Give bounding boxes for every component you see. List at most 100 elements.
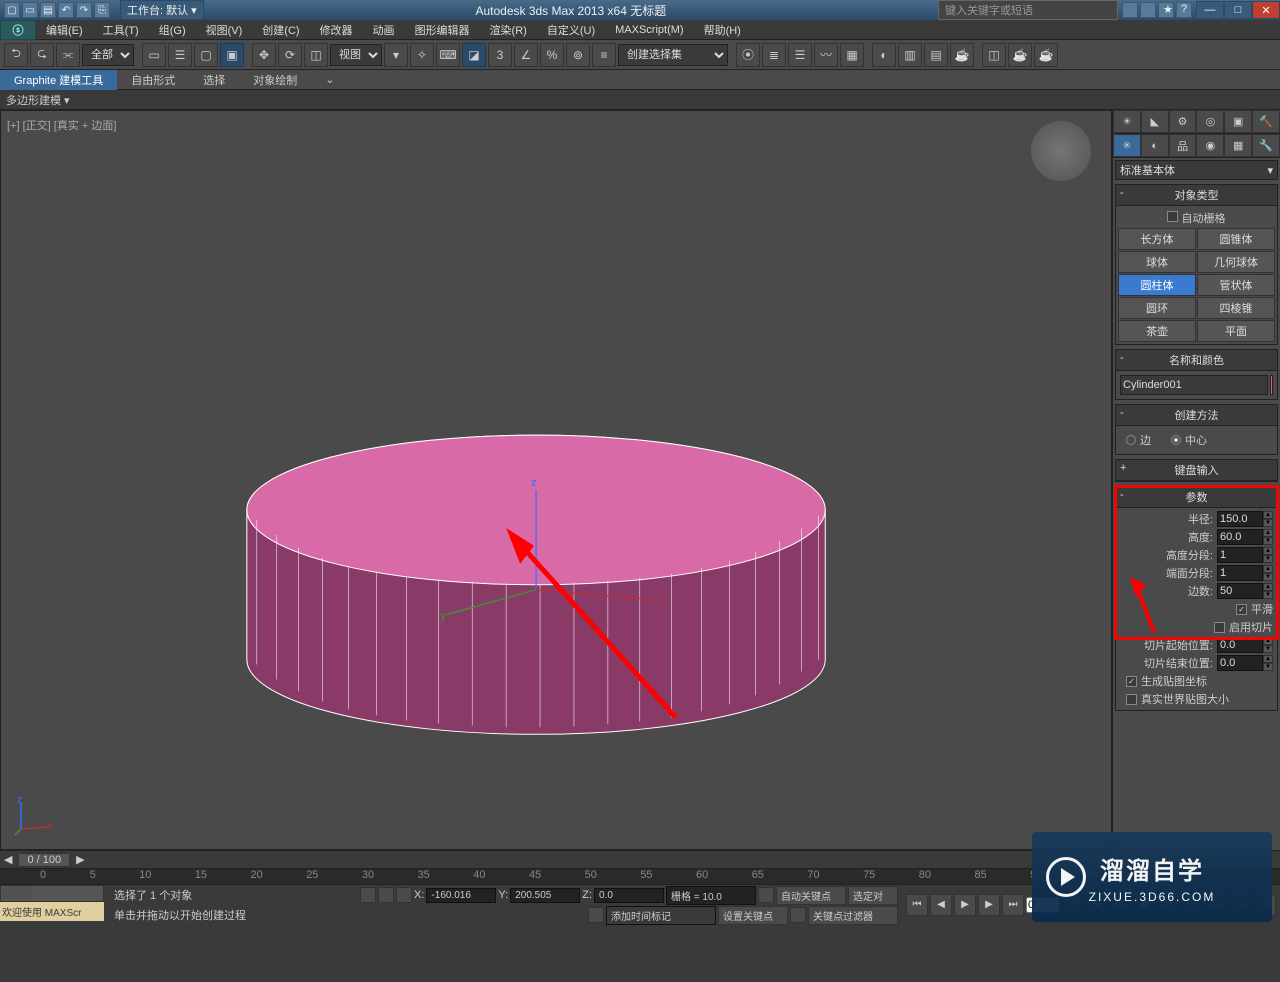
smooth-checkbox[interactable]: ✓: [1236, 604, 1247, 615]
close-button[interactable]: ✕: [1252, 1, 1280, 19]
material-editor-icon[interactable]: ◐: [872, 43, 896, 67]
cp-hammer-icon[interactable]: 🔨: [1252, 110, 1280, 133]
hierarchy-tab-icon[interactable]: 品: [1169, 134, 1197, 157]
radius-down[interactable]: ▼: [1263, 519, 1273, 527]
setkey-icon[interactable]: [790, 907, 806, 923]
info-binoculars-icon[interactable]: [1122, 2, 1138, 18]
goto-end-icon[interactable]: ⏭: [1002, 894, 1024, 916]
cp-video-icon[interactable]: ◎: [1196, 110, 1224, 133]
move-icon[interactable]: ✥: [252, 43, 276, 67]
cp-sky-icon[interactable]: ◣: [1141, 110, 1169, 133]
menu-customize[interactable]: 自定义(U): [537, 20, 605, 40]
tab-paint[interactable]: 对象绘制: [239, 70, 311, 90]
primitive-pyramid[interactable]: 四棱锥: [1197, 297, 1275, 319]
help-search-input[interactable]: 键入关键字或短语: [938, 0, 1118, 20]
workspace-selector[interactable]: 工作台: 默认 ▾: [120, 0, 204, 20]
qat-redo-icon[interactable]: ↷: [76, 2, 92, 18]
menu-maxscript[interactable]: MAXScript(M): [605, 22, 693, 38]
refcoord-combo[interactable]: 视图: [330, 44, 382, 66]
render-prod-icon[interactable]: ☕: [950, 43, 974, 67]
keyboard-icon[interactable]: ⌨: [436, 43, 460, 67]
cp-fx-icon[interactable]: ⚙: [1169, 110, 1197, 133]
render-setup-icon[interactable]: ▥: [898, 43, 922, 67]
menu-tools[interactable]: 工具(T): [93, 20, 149, 40]
setkey-button[interactable]: 设置关键点: [718, 906, 788, 925]
play-icon[interactable]: ▶: [954, 894, 976, 916]
schematic-icon[interactable]: ▦: [840, 43, 864, 67]
key2-icon[interactable]: [758, 887, 774, 903]
next-frame-icon[interactable]: ▶: [978, 894, 1000, 916]
menu-views[interactable]: 视图(V): [196, 20, 253, 40]
select-rect-icon[interactable]: ▢: [194, 43, 218, 67]
ribbon-expand-icon[interactable]: ⌄: [311, 71, 348, 88]
coord-z[interactable]: 0.0: [594, 888, 664, 903]
height-input[interactable]: [1217, 529, 1263, 545]
render-frame-icon[interactable]: ▤: [924, 43, 948, 67]
scale-icon[interactable]: ◫: [304, 43, 328, 67]
menu-help[interactable]: 帮助(H): [694, 20, 751, 40]
layers-icon[interactable]: ☰: [788, 43, 812, 67]
menu-modifiers[interactable]: 修改器: [310, 20, 363, 40]
radius-input[interactable]: [1217, 511, 1263, 527]
snap-spinner-icon[interactable]: ⊚: [566, 43, 590, 67]
tag-icon[interactable]: [588, 907, 604, 923]
minimize-button[interactable]: —: [1196, 1, 1224, 19]
modify-tab-icon[interactable]: ◐: [1141, 134, 1169, 157]
snap-percent-icon[interactable]: %: [540, 43, 564, 67]
primitive-box[interactable]: 长方体: [1118, 228, 1196, 250]
lock2-icon[interactable]: [378, 887, 394, 903]
select-name-icon[interactable]: ☰: [168, 43, 192, 67]
render-2-icon[interactable]: ☕: [1008, 43, 1032, 67]
snap-angle-icon[interactable]: ∠: [514, 43, 538, 67]
menu-group[interactable]: 组(G): [149, 20, 196, 40]
autokey-button[interactable]: 自动关键点: [776, 886, 846, 905]
create-tab-icon[interactable]: ✳: [1113, 134, 1141, 157]
mirror-icon[interactable]: ⦿: [736, 43, 760, 67]
menu-grapheditors[interactable]: 图形编辑器: [405, 20, 480, 40]
timeslider-left-icon[interactable]: ◀: [4, 853, 12, 866]
cp-render-icon[interactable]: ☀: [1113, 110, 1141, 133]
tab-freeform[interactable]: 自由形式: [117, 70, 189, 90]
primitive-geosphere[interactable]: 几何球体: [1197, 251, 1275, 273]
primitive-tube[interactable]: 管状体: [1197, 274, 1275, 296]
utilities-tab-icon[interactable]: 🔧: [1252, 134, 1280, 157]
radio-center[interactable]: 中心: [1171, 432, 1207, 448]
qat-open-icon[interactable]: ▭: [22, 2, 38, 18]
rollout-head-objtype[interactable]: -对象类型: [1116, 185, 1277, 206]
primitive-plane[interactable]: 平面: [1197, 320, 1275, 342]
rotate-icon[interactable]: ⟳: [278, 43, 302, 67]
undo-icon[interactable]: ⮌: [4, 43, 28, 67]
realworld-checkbox[interactable]: [1126, 694, 1137, 705]
rollout-head-params[interactable]: -参数: [1116, 487, 1277, 508]
qat-save-icon[interactable]: ▤: [40, 2, 56, 18]
rollout-head-create[interactable]: -创建方法: [1116, 405, 1277, 426]
autogrid-checkbox[interactable]: 自动栅格: [1118, 208, 1275, 228]
maximize-button[interactable]: □: [1224, 1, 1252, 19]
sliceto-input[interactable]: [1217, 655, 1263, 671]
timeslider-right-icon[interactable]: ▶: [76, 853, 84, 866]
info-star-icon[interactable]: ★: [1158, 2, 1174, 18]
time-range[interactable]: 0 / 100: [18, 853, 70, 867]
object-color-swatch[interactable]: [1270, 375, 1273, 395]
tab-selection[interactable]: 选择: [189, 70, 239, 90]
capseg-input[interactable]: [1217, 565, 1263, 581]
link-icon[interactable]: ⫘: [56, 43, 80, 67]
edit-named-icon[interactable]: ≡: [592, 43, 616, 67]
application-menu-icon[interactable]: ⓢ: [0, 20, 36, 40]
info-key-icon[interactable]: [1140, 2, 1156, 18]
ribbon-subrow[interactable]: 多边形建模 ▾: [0, 90, 1280, 110]
object-name-input[interactable]: [1120, 375, 1268, 395]
qat-new-icon[interactable]: ▢: [4, 2, 20, 18]
window-crossing-icon[interactable]: ▣: [220, 43, 244, 67]
primitive-sphere[interactable]: 球体: [1118, 251, 1196, 273]
primitive-torus[interactable]: 圆环: [1118, 297, 1196, 319]
rollout-head-keyboard[interactable]: +键盘输入: [1116, 460, 1277, 481]
viewport[interactable]: [+] [正交] [真实 + 边面]: [0, 110, 1112, 850]
goto-start-icon[interactable]: ⏮: [906, 894, 928, 916]
named-selection-combo[interactable]: 创建选择集: [618, 44, 728, 66]
lock-icon[interactable]: [360, 887, 376, 903]
rollout-head-name[interactable]: -名称和颜色: [1116, 350, 1277, 371]
tab-graphite[interactable]: Graphite 建模工具: [0, 70, 117, 90]
prev-frame-icon[interactable]: ◀: [930, 894, 952, 916]
align-icon[interactable]: ≣: [762, 43, 786, 67]
